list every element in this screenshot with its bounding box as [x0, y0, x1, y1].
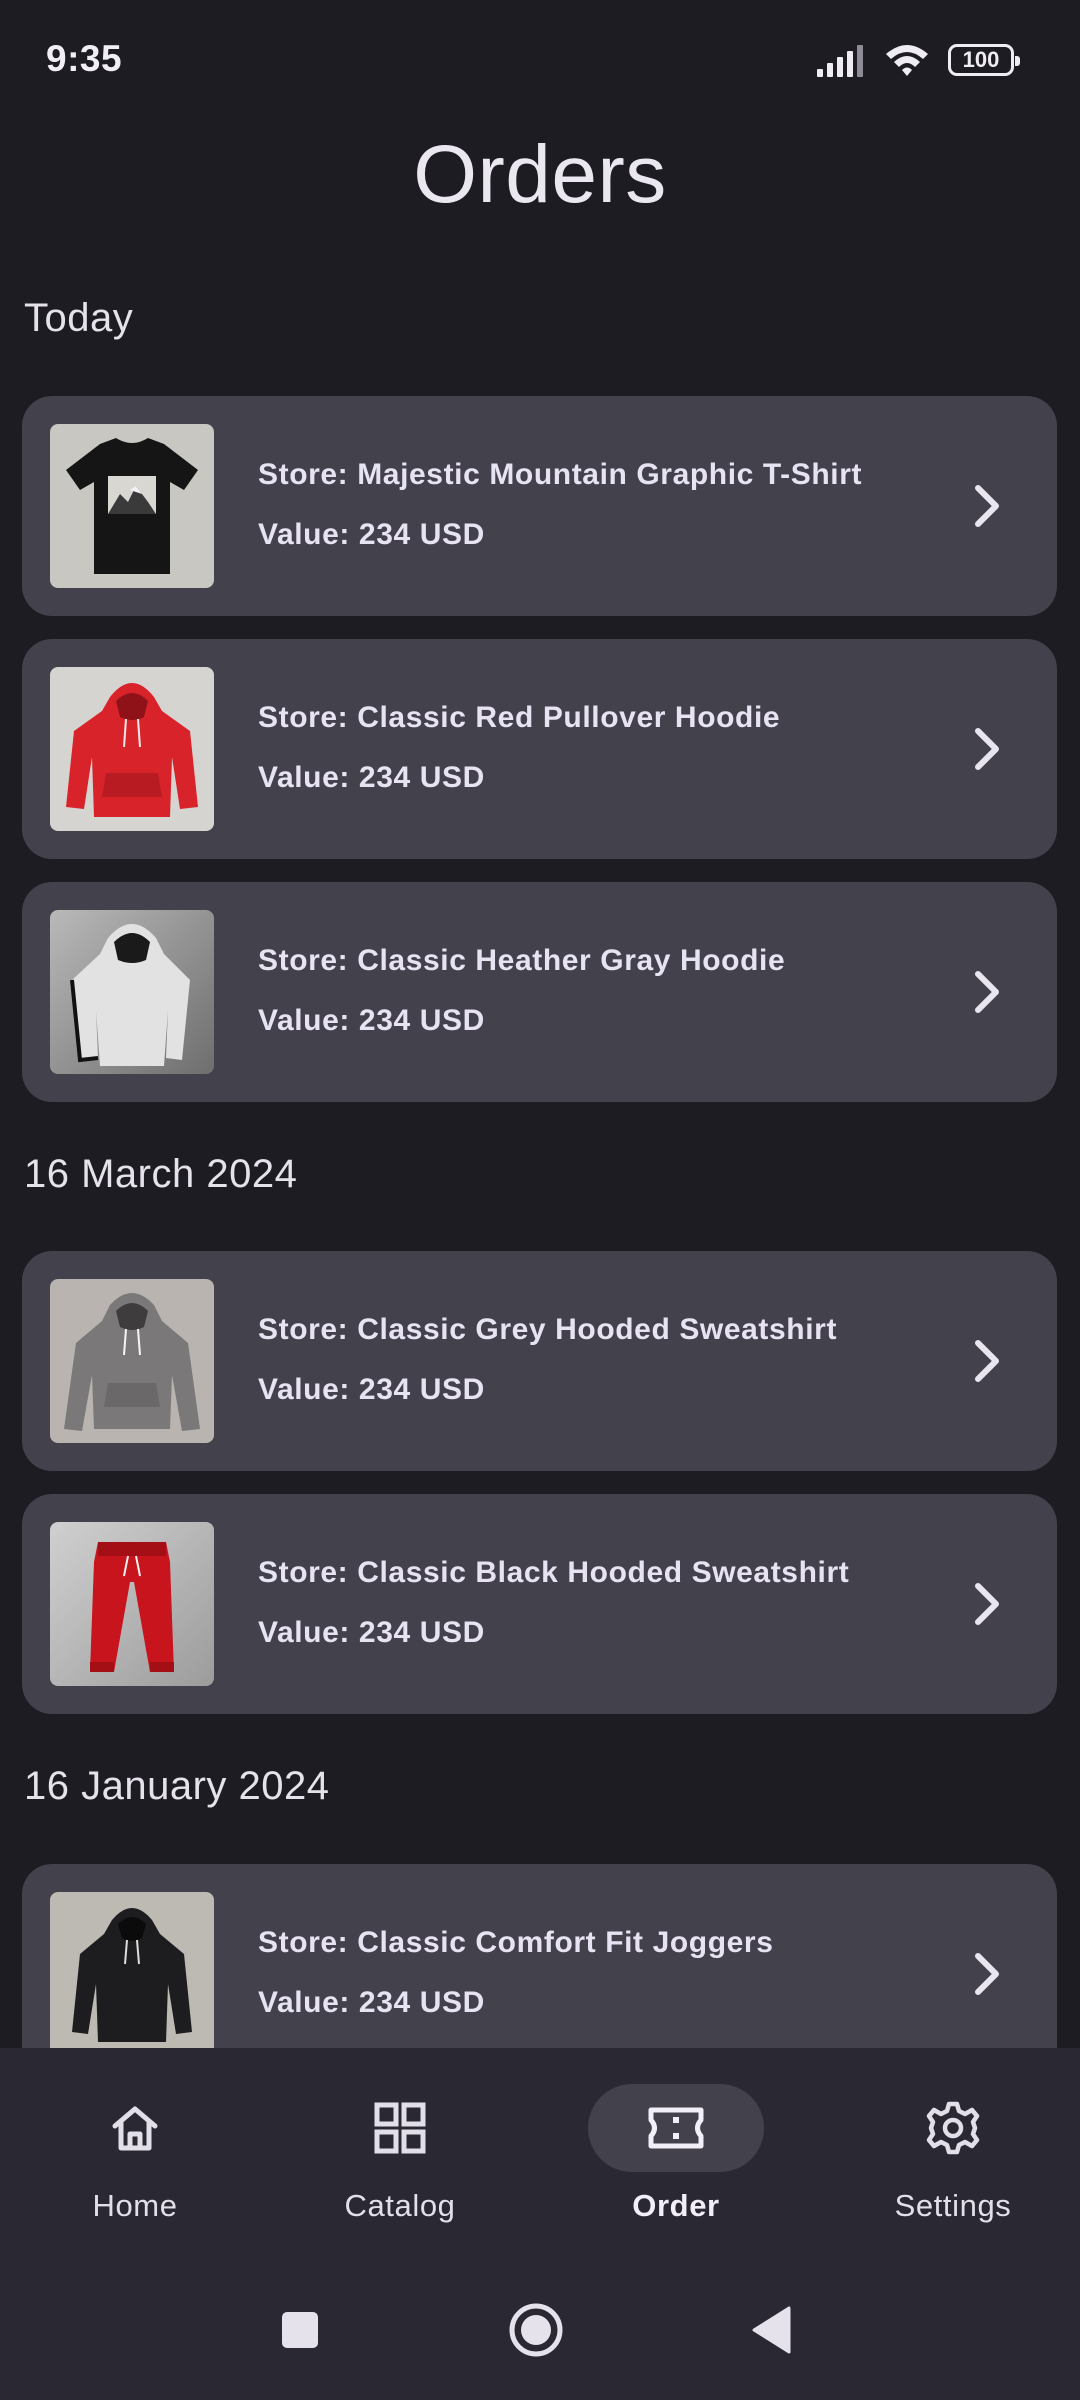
order-store: Store: Majestic Mountain Graphic T-Shirt — [258, 458, 863, 491]
nav-label: Catalog — [344, 2188, 456, 2223]
system-nav-bar — [0, 2260, 1080, 2400]
order-store: Store: Classic Grey Hooded Sweatshirt — [258, 1313, 838, 1346]
product-thumbnail — [50, 1279, 214, 1443]
recents-button[interactable] — [270, 2300, 330, 2360]
nav-item-catalog[interactable]: Catalog — [265, 2048, 535, 2260]
product-thumbnail — [50, 424, 214, 588]
status-icons: 100 — [816, 40, 1020, 80]
recents-icon — [282, 2312, 318, 2348]
chevron-right-icon[interactable] — [961, 1578, 1013, 1630]
product-thumbnail — [50, 667, 214, 831]
status-bar: 9:35 100 — [0, 0, 1080, 120]
back-icon — [752, 2306, 791, 2354]
battery-icon: 100 — [948, 44, 1020, 76]
wifi-icon — [886, 45, 928, 76]
product-thumbnail — [50, 910, 214, 1074]
section-label-today: Today — [24, 296, 134, 340]
order-value: Value: 234 USD — [258, 761, 485, 794]
chevron-right-icon[interactable] — [961, 966, 1013, 1018]
bottom-nav: Home Catalog Order Settings — [0, 2048, 1080, 2260]
home-circle-icon — [509, 2303, 563, 2357]
ticket-icon — [648, 2107, 704, 2149]
order-store: Store: Classic Red Pullover Hoodie — [258, 701, 781, 734]
black-hoodie-image — [50, 1892, 214, 2048]
order-value: Value: 234 USD — [258, 1004, 485, 1037]
nav-pill — [312, 2084, 488, 2172]
signal-icon — [817, 45, 863, 77]
tshirt-image — [50, 424, 214, 588]
product-thumbnail — [50, 1892, 214, 2048]
nav-item-home[interactable]: Home — [0, 2048, 270, 2260]
orders-list[interactable]: Today Store: Majestic Mountain Graphic T… — [0, 270, 1080, 2048]
order-value: Value: 234 USD — [258, 1373, 485, 1406]
order-store: Store: Classic Heather Gray Hoodie — [258, 944, 786, 977]
order-card[interactable]: Store: Majestic Mountain Graphic T-Shirt… — [22, 396, 1057, 616]
system-home-button[interactable] — [506, 2300, 566, 2360]
order-card[interactable]: Store: Classic Red Pullover Hoodie Value… — [22, 639, 1057, 859]
order-value: Value: 234 USD — [258, 1986, 485, 2019]
order-card[interactable]: Store: Classic Grey Hooded Sweatshirt Va… — [22, 1251, 1057, 1471]
status-time: 9:35 — [46, 38, 123, 79]
order-store: Store: Classic Comfort Fit Joggers — [258, 1926, 774, 1959]
chevron-right-icon[interactable] — [961, 480, 1013, 532]
chevron-right-icon[interactable] — [961, 1948, 1013, 2000]
gear-icon — [926, 2101, 980, 2155]
orders-screen: 9:35 100 Orders Today Store: Majestic Mo… — [0, 0, 1080, 2400]
nav-pill — [47, 2084, 223, 2172]
grid-icon — [374, 2102, 426, 2154]
section-label-march: 16 March 2024 — [24, 1152, 298, 1196]
order-card[interactable]: Store: Classic Heather Gray Hoodie Value… — [22, 882, 1057, 1102]
order-card[interactable]: Store: Classic Comfort Fit Joggers Value… — [22, 1864, 1057, 2048]
home-icon — [112, 2106, 158, 2151]
nav-item-order[interactable]: Order — [541, 2048, 811, 2260]
nav-item-settings[interactable]: Settings — [818, 2048, 1080, 2260]
nav-pill-active — [588, 2084, 764, 2172]
red-hoodie-image — [50, 667, 214, 831]
system-back-button[interactable] — [742, 2300, 802, 2360]
chevron-right-icon[interactable] — [961, 1335, 1013, 1387]
nav-label: Settings — [894, 2188, 1012, 2223]
order-store: Store: Classic Black Hooded Sweatshirt — [258, 1556, 850, 1589]
order-value: Value: 234 USD — [258, 518, 485, 551]
nav-pill — [865, 2084, 1041, 2172]
chevron-right-icon[interactable] — [961, 723, 1013, 775]
grey-sweatshirt-image — [50, 1279, 214, 1443]
order-value: Value: 234 USD — [258, 1616, 485, 1649]
page-title: Orders — [413, 129, 667, 220]
nav-label: Home — [92, 2188, 178, 2223]
product-thumbnail — [50, 1522, 214, 1686]
order-card[interactable]: Store: Classic Black Hooded Sweatshirt V… — [22, 1494, 1057, 1714]
red-joggers-image — [50, 1522, 214, 1686]
section-label-january: 16 January 2024 — [24, 1764, 330, 1808]
nav-label: Order — [632, 2188, 720, 2223]
gray-hoodie-image — [50, 910, 214, 1074]
